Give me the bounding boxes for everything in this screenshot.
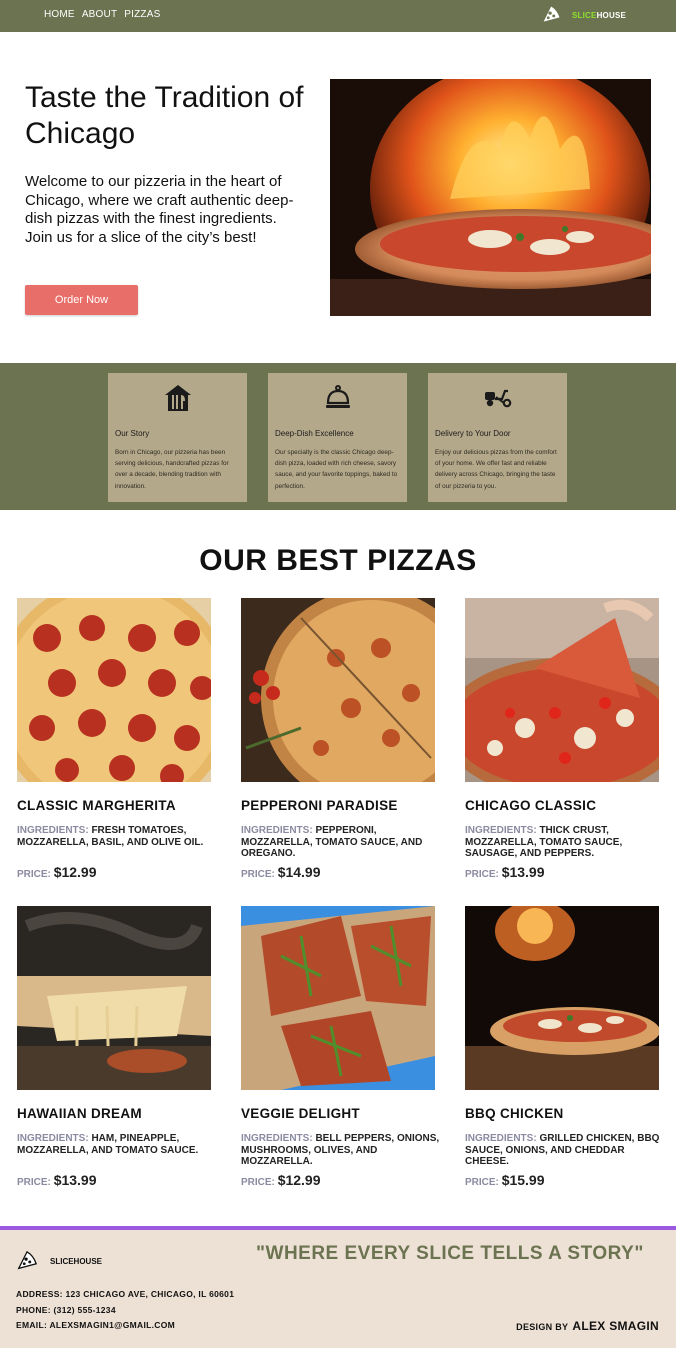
feature-text: Enjoy our delicious pizzas from the comf…: [435, 449, 557, 490]
pizza-price: PRICE: $15.99: [465, 1172, 545, 1188]
brand-logo-link[interactable]: SLICEHOUSE: [540, 4, 626, 26]
feature-title: Our Story: [115, 429, 150, 438]
feature-card-delivery: Delivery to Your Door Enjoy our deliciou…: [428, 373, 567, 502]
footer-brand-name: SLICEHOUSE: [50, 1256, 103, 1266]
pizza-card[interactable]: BBQ CHICKEN INGREDIENTS: GRILLED CHICKEN…: [465, 906, 659, 1188]
nav-home-link[interactable]: HOME: [44, 9, 75, 20]
pizza-ingredients: INGREDIENTS: HAM, PINEAPPLE, MOZZARELLA,…: [17, 1133, 199, 1156]
pizza-card[interactable]: CHICAGO CLASSIC INGREDIENTS: THICK CRUST…: [465, 598, 659, 880]
footer-address: ADDRESS: 123 CHICAGO AVE, CHICAGO, IL 60…: [16, 1289, 235, 1299]
pizza-card[interactable]: CLASSIC MARGHERITA INGREDIENTS: FRESH TO…: [17, 598, 211, 880]
pizza-photo: [465, 598, 659, 782]
footer-brand[interactable]: SLICEHOUSE: [16, 1250, 102, 1272]
pizza-photo: [465, 906, 659, 1090]
cloche-icon: [325, 385, 350, 408]
restaurant-icon: [164, 385, 191, 411]
pizza-ingredients: INGREDIENTS: GRILLED CHICKEN, BBQ SAUCE,…: [465, 1133, 660, 1167]
footer-quote: "WHERE EVERY SLICE TELLS A STORY": [256, 1243, 644, 1264]
pizza-name: HAWAIIAN DREAM: [17, 1106, 142, 1121]
pizza-name: BBQ CHICKEN: [465, 1106, 564, 1121]
pizza-name: CHICAGO CLASSIC: [465, 798, 597, 813]
feature-card-deep-dish: Deep-Dish Excellence Our specialty is th…: [268, 373, 407, 502]
nav-pizzas-link[interactable]: PIZZAS: [124, 9, 160, 20]
pizza-ingredients: INGREDIENTS: THICK CRUST, MOZZARELLA, TO…: [465, 825, 623, 859]
footer-email[interactable]: EMAIL: ALEXSMAGIN1@GMAIL.COM: [16, 1320, 175, 1330]
scooter-icon: [484, 389, 511, 408]
pizza-price: PRICE: $12.99: [17, 864, 97, 880]
pizza-card[interactable]: VEGGIE DELIGHT INGREDIENTS: BELL PEPPERS…: [241, 906, 439, 1188]
pizza-ingredients: INGREDIENTS: BELL PEPPERS, ONIONS, MUSHR…: [241, 1133, 440, 1167]
pizza-name: CLASSIC MARGHERITA: [17, 798, 176, 813]
pizza-photo: [17, 906, 211, 1090]
pizza-photo: [241, 598, 435, 782]
pizza-photo: [241, 906, 435, 1090]
features-band: Our Story Born in Chicago, our pizzeria …: [0, 363, 676, 510]
order-now-button[interactable]: Order Now: [25, 285, 138, 315]
pizza-ingredients: INGREDIENTS: FRESH TOMATOES, MOZZARELLA,…: [17, 825, 204, 848]
hero-title: Taste the Tradition of Chicago: [25, 81, 304, 150]
feature-text: Born in Chicago, our pizzeria has been s…: [115, 449, 229, 490]
footer-phone: PHONE: (312) 555-1234: [16, 1305, 116, 1315]
pizza-card[interactable]: HAWAIIAN DREAM INGREDIENTS: HAM, PINEAPP…: [17, 906, 211, 1188]
top-nav-bar: HOME ABOUT PIZZAS SLICEHOUSE: [0, 0, 676, 32]
hero-description: Welcome to our pizzeria in the heart of …: [25, 173, 294, 246]
feature-card-our-story: Our Story Born in Chicago, our pizzeria …: [108, 373, 247, 502]
nav-about-link[interactable]: ABOUT: [82, 9, 117, 20]
pizza-price: PRICE: $12.99: [241, 1172, 321, 1188]
pizza-name: PEPPERONI PARADISE: [241, 798, 398, 813]
best-pizzas-heading: OUR BEST PIZZAS: [199, 544, 477, 577]
design-credit: DESIGN BY ALEX SMAGIN: [516, 1319, 659, 1333]
site-footer: SLICEHOUSE "WHERE EVERY SLICE TELLS A ST…: [0, 1230, 676, 1348]
pizza-card[interactable]: PEPPERONI PARADISE INGREDIENTS: PEPPERON…: [241, 598, 435, 880]
pizza-ingredients: INGREDIENTS: PEPPERONI, MOZZARELLA, TOMA…: [241, 825, 423, 859]
pizza-photo: [17, 598, 211, 782]
pizza-slice-logo-icon: [541, 5, 561, 24]
feature-title: Deep-Dish Excellence: [275, 429, 354, 438]
pizza-price: PRICE: $14.99: [241, 864, 321, 880]
pizza-price: PRICE: $13.99: [465, 864, 545, 880]
pizza-slice-logo-icon: [17, 1250, 37, 1270]
feature-title: Delivery to Your Door: [435, 429, 511, 438]
main-nav: HOME ABOUT PIZZAS: [44, 9, 160, 20]
feature-text: Our specialty is the classic Chicago dee…: [275, 449, 398, 490]
pizza-price: PRICE: $13.99: [17, 1172, 97, 1188]
pizza-name: VEGGIE DELIGHT: [241, 1106, 360, 1121]
brand-name: SLICEHOUSE: [572, 10, 627, 20]
hero-oven-image: [330, 79, 651, 316]
